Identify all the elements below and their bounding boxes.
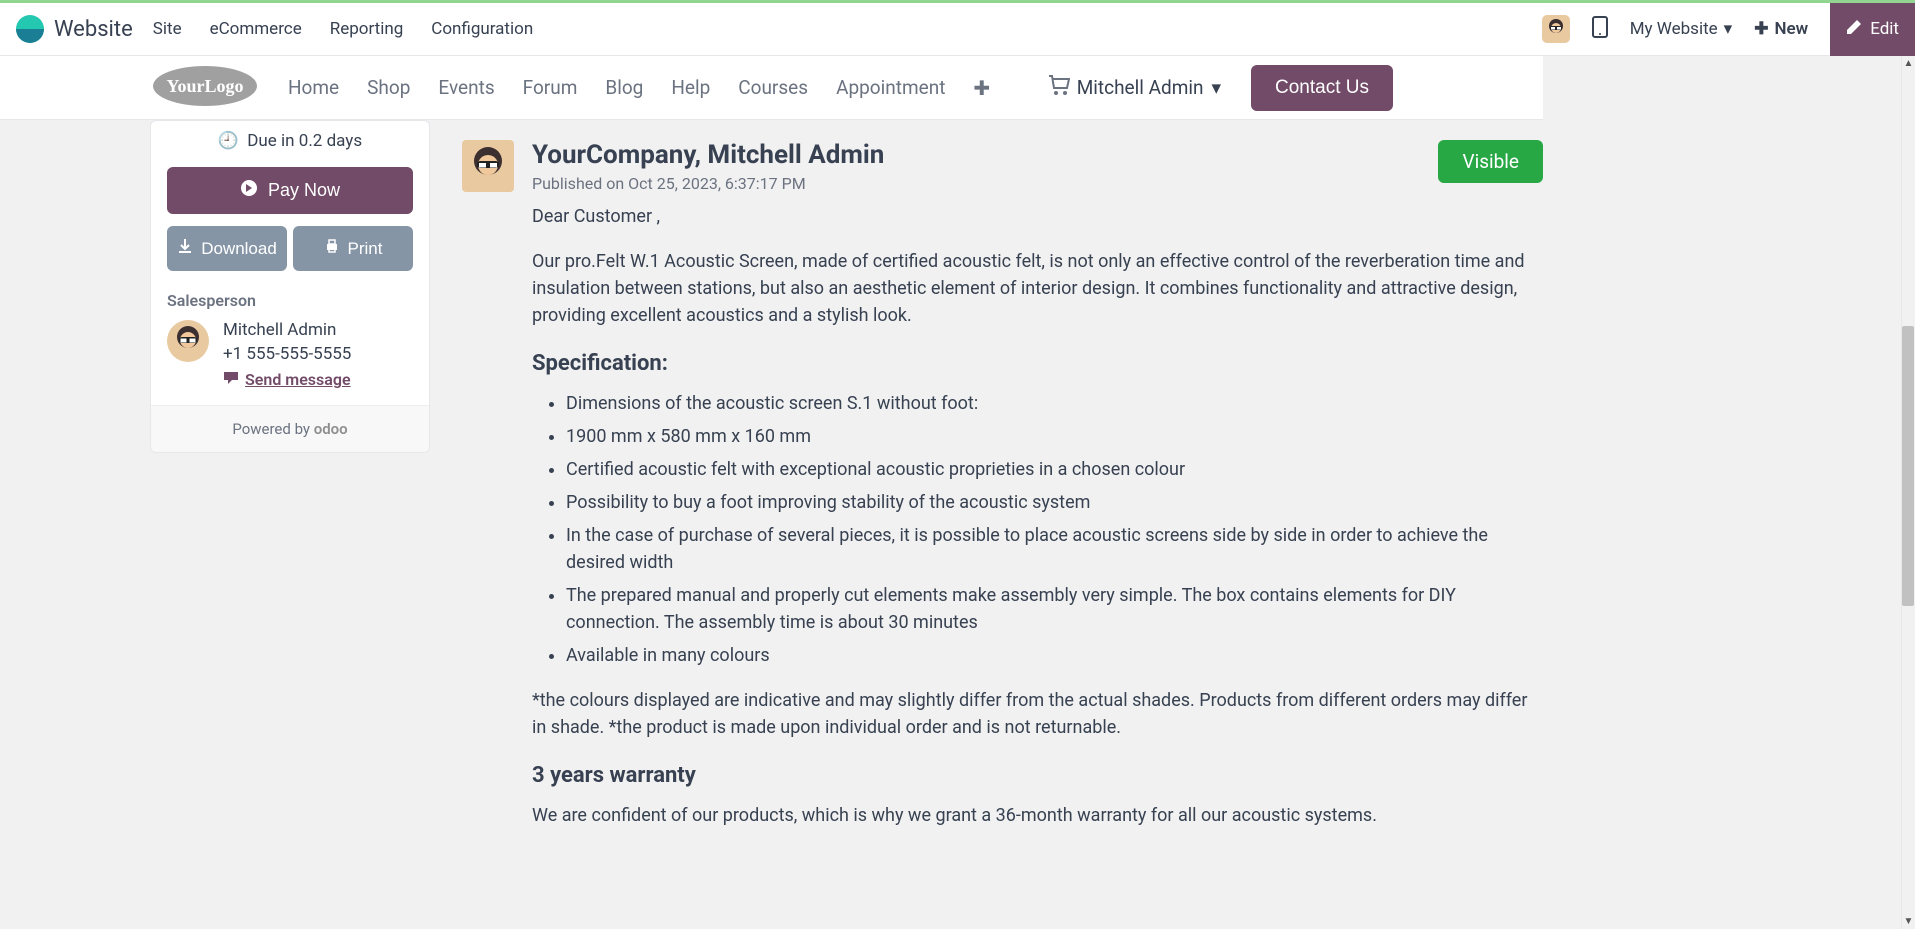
spec-item: The prepared manual and properly cut ele…: [566, 582, 1543, 636]
site-nav: YourLogo Home Shop Events Forum Blog Hel…: [0, 56, 1543, 120]
download-label: Download: [201, 239, 277, 259]
spec-item: Possibility to buy a foot improving stab…: [566, 489, 1543, 516]
powered-brand: odoo: [314, 420, 348, 438]
mobile-preview-icon[interactable]: [1592, 16, 1608, 43]
print-icon: [324, 238, 340, 259]
visibility-badge[interactable]: Visible: [1438, 140, 1543, 183]
powered-text: Powered by: [232, 420, 313, 438]
print-label: Print: [348, 239, 383, 259]
warranty-text: We are confident of our products, which …: [532, 802, 1543, 829]
admin-bar: Website Site eCommerce Reporting Configu…: [0, 0, 1915, 56]
admin-menu-site[interactable]: Site: [153, 19, 182, 39]
odoo-app-icon: [16, 15, 44, 43]
clock-icon: 🕘: [218, 131, 239, 151]
spec-list: Dimensions of the acoustic screen S.1 wi…: [532, 390, 1543, 669]
due-label: 🕘 Due in 0.2 days: [151, 121, 429, 167]
salesperson-label: Salesperson: [151, 291, 429, 320]
arrow-right-circle-icon: [240, 179, 258, 202]
scrollbar[interactable]: ▲ ▼: [1901, 56, 1915, 929]
nav-appointment[interactable]: Appointment: [836, 76, 945, 99]
website-switcher-label: My Website: [1630, 19, 1718, 39]
salesperson-phone: +1 555-555-5555: [223, 344, 351, 364]
admin-menu-configuration[interactable]: Configuration: [431, 19, 533, 39]
due-text: Due in 0.2 days: [247, 131, 362, 151]
site-logo[interactable]: YourLogo: [150, 64, 260, 112]
pencil-icon: [1846, 19, 1862, 40]
order-card: 🕘 Due in 0.2 days Pay Now Download Print: [150, 120, 430, 453]
print-button[interactable]: Print: [293, 226, 413, 271]
spec-item: Available in many colours: [566, 642, 1543, 669]
salesperson-avatar: [167, 320, 209, 362]
admin-menu-reporting[interactable]: Reporting: [330, 19, 404, 39]
site-user-menu[interactable]: Mitchell Admin ▾: [1077, 76, 1221, 99]
message-published: Published on Oct 25, 2023, 6:37:17 PM: [532, 174, 1438, 193]
nav-home[interactable]: Home: [288, 76, 339, 99]
admin-menu: Site eCommerce Reporting Configuration: [153, 19, 533, 39]
colour-note: *the colours displayed are indicative an…: [532, 687, 1543, 741]
spec-item: Certified acoustic felt with exceptional…: [566, 456, 1543, 483]
pay-label: Pay Now: [268, 180, 340, 201]
spec-heading: Specification:: [532, 347, 1543, 380]
new-label: New: [1774, 19, 1808, 39]
nav-help[interactable]: Help: [671, 76, 710, 99]
plus-icon: ✚: [1754, 19, 1768, 39]
chat-icon: [223, 370, 239, 389]
edit-label: Edit: [1870, 19, 1899, 39]
message-content: Dear Customer , Our pro.Felt W.1 Acousti…: [532, 203, 1543, 829]
caret-down-icon: ▾: [1211, 76, 1221, 99]
contact-us-button[interactable]: Contact Us: [1251, 65, 1393, 111]
nav-events[interactable]: Events: [438, 76, 494, 99]
salesperson-block: Mitchell Admin +1 555-555-5555 Send mess…: [151, 320, 429, 405]
spec-item: In the case of purchase of several piece…: [566, 522, 1543, 576]
svg-text:YourLogo: YourLogo: [166, 76, 243, 96]
warranty-heading: 3 years warranty: [532, 759, 1543, 792]
user-avatar[interactable]: [1542, 15, 1570, 43]
nav-courses[interactable]: Courses: [738, 76, 808, 99]
salesperson-name: Mitchell Admin: [223, 320, 351, 340]
spec-item: Dimensions of the acoustic screen S.1 wi…: [566, 390, 1543, 417]
scroll-thumb[interactable]: [1902, 326, 1914, 606]
add-page-icon[interactable]: ✚: [973, 76, 990, 100]
message-author-avatar: [462, 140, 514, 192]
spec-item: 1900 mm x 580 mm x 160 mm: [566, 423, 1543, 450]
caret-down-icon: ▾: [1724, 19, 1733, 39]
powered-by: Powered by odoo: [151, 405, 429, 452]
cart-icon[interactable]: [1048, 75, 1070, 100]
website-switcher[interactable]: My Website ▾: [1630, 19, 1733, 39]
admin-menu-ecommerce[interactable]: eCommerce: [210, 19, 302, 39]
nav-forum[interactable]: Forum: [523, 76, 578, 99]
site-user-name: Mitchell Admin: [1077, 76, 1204, 99]
app-name: Website: [54, 17, 133, 42]
message: YourCompany, Mitchell Admin Published on…: [462, 120, 1543, 847]
intro: Our pro.Felt W.1 Acoustic Screen, made o…: [532, 248, 1543, 329]
edit-button[interactable]: Edit: [1830, 0, 1915, 56]
download-button[interactable]: Download: [167, 226, 287, 271]
message-author: YourCompany, Mitchell Admin: [532, 140, 1438, 170]
download-icon: [177, 238, 193, 259]
new-button[interactable]: ✚ New: [1754, 19, 1808, 39]
nav-shop[interactable]: Shop: [367, 76, 410, 99]
greeting: Dear Customer ,: [532, 203, 1543, 230]
send-message-label: Send message: [245, 370, 351, 389]
scroll-up-icon[interactable]: ▲: [1902, 58, 1915, 69]
send-message-link[interactable]: Send message: [223, 370, 351, 389]
nav-blog[interactable]: Blog: [605, 76, 643, 99]
scroll-down-icon[interactable]: ▼: [1902, 916, 1915, 927]
app-brand[interactable]: Website: [16, 15, 133, 43]
pay-now-button[interactable]: Pay Now: [167, 167, 413, 214]
